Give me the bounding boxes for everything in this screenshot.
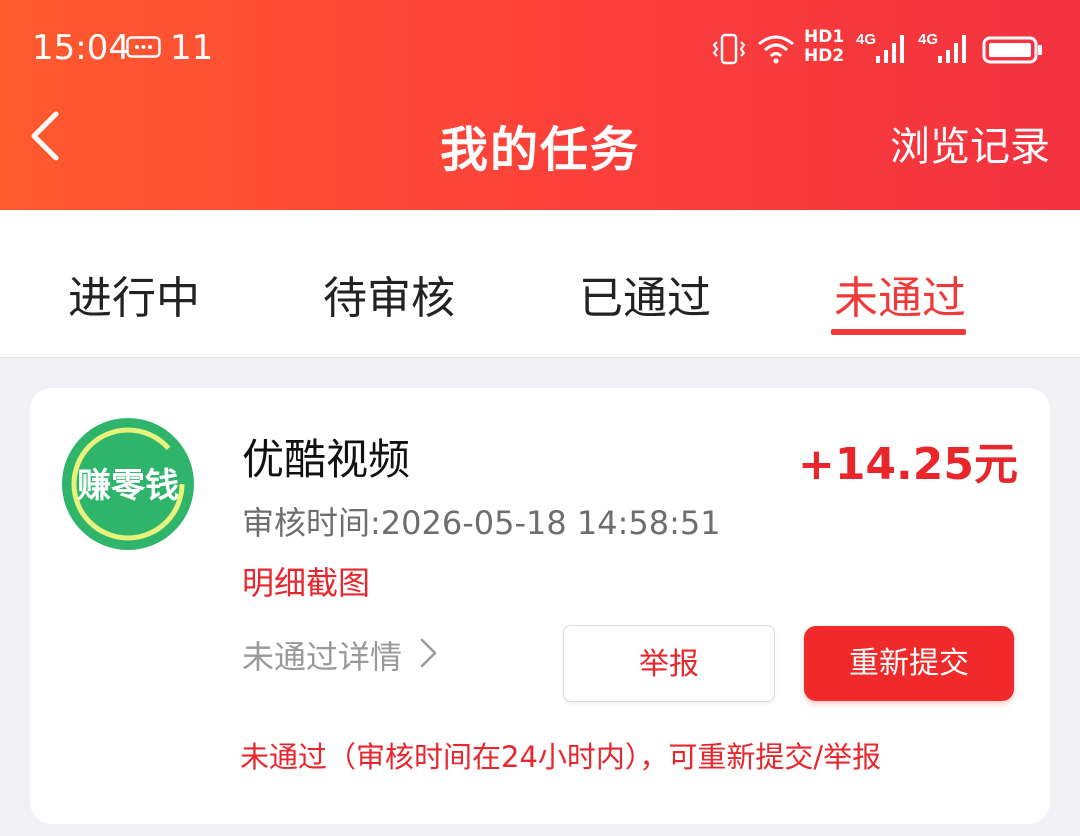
task-card: 赚零钱 优酷视频 +14.25元 审核时间:2026-05-18 14:58:5… [30,388,1050,824]
browse-history-link[interactable]: 浏览记录 [890,114,1050,172]
status-bar: 15:04 11 HD1 HD2 4G 4G [0,0,1080,100]
tab-rejected[interactable]: 未通过 [790,262,1010,326]
review-time: 审核时间:2026-05-18 14:58:51 [242,504,721,542]
notification-count: 11 [170,28,214,68]
logo-text: 赚零钱 [77,466,179,506]
vibrate-icon [712,32,746,70]
hd2-label: HD2 [804,46,845,66]
battery-icon [982,36,1044,68]
tab-approved[interactable]: 已通过 [535,262,755,326]
hd-badge: HD1 HD2 [804,28,844,66]
signal-icon: 4G [856,30,908,68]
svg-text:4G: 4G [856,31,876,48]
tab-pending-review[interactable]: 待审核 [279,262,499,326]
detail-screenshot-link[interactable]: 明细截图 [242,558,370,604]
wifi-icon [756,34,796,68]
task-reward: +14.25元 [797,439,1018,490]
chevron-right-icon [418,636,440,674]
active-tab-indicator [831,329,966,335]
status-time: 15:04 [32,28,130,68]
svg-text:4G: 4G [918,31,938,48]
app-header: 15:04 11 HD1 HD2 4G 4G 我的任务 浏览记录 [0,0,1080,210]
reject-details-link[interactable]: 未通过详情 [242,632,402,678]
message-icon [126,36,162,64]
hd1-label: HD1 [804,27,845,47]
resubmit-button[interactable]: 重新提交 [804,626,1014,701]
rejection-notice: 未通过（审核时间在24小时内），可重新提交/举报 [240,740,882,774]
signal-icon-2: 4G [918,30,970,68]
task-status-tabs: 进行中 待审核 已通过 未通过 [0,210,1080,358]
report-button[interactable]: 举报 [563,625,775,702]
app-logo: 赚零钱 [61,417,195,555]
tab-in-progress[interactable]: 进行中 [24,262,244,326]
task-app-name: 优酷视频 [242,435,411,484]
